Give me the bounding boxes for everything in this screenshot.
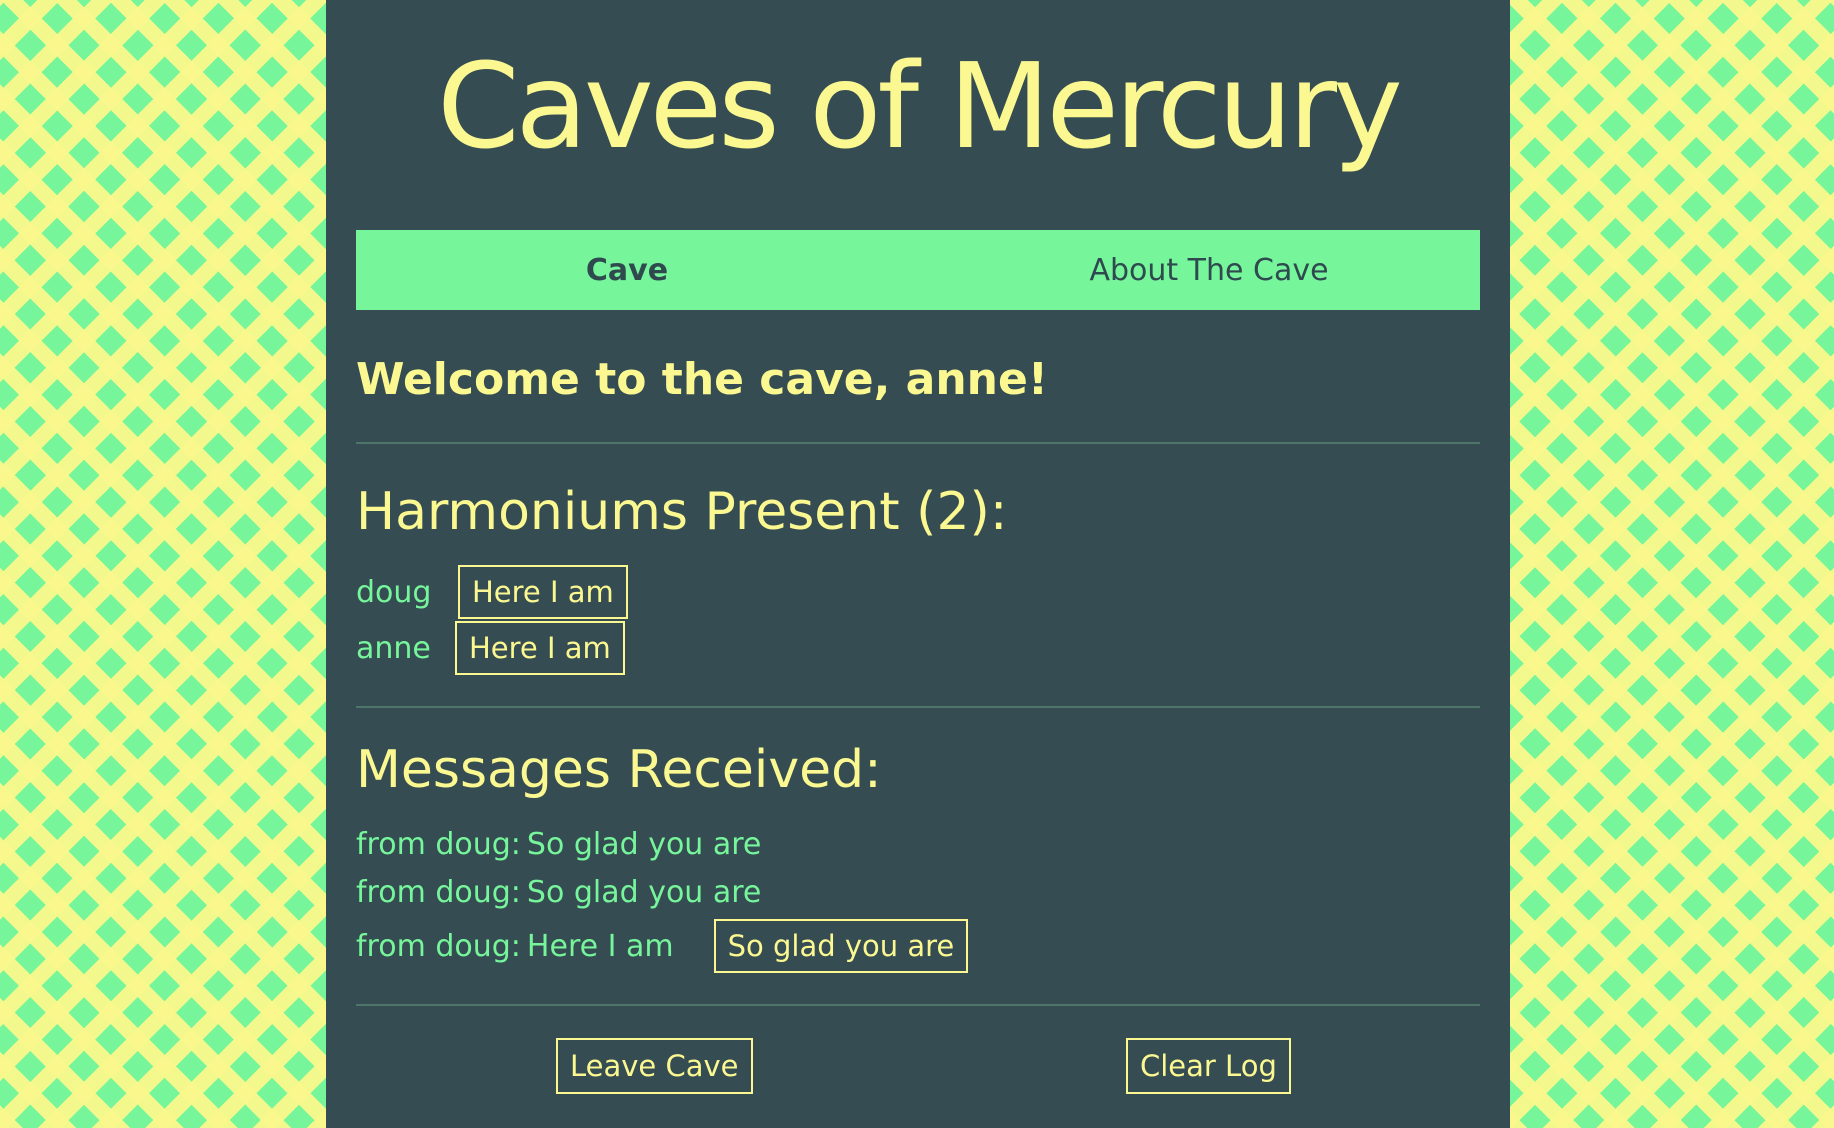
site-title: Caves of Mercury: [437, 37, 1403, 175]
harmonium-list: doug Here I am anne Here I am: [356, 564, 1480, 676]
message-log: from doug: So glad you are from doug: So…: [356, 820, 1480, 974]
footer-actions: Leave Cave Clear Log: [356, 1038, 1480, 1118]
harmonium-name: doug: [356, 574, 432, 610]
leave-cave-button[interactable]: Leave Cave: [556, 1038, 753, 1094]
message-item: from doug: So glad you are: [356, 820, 1480, 868]
message-item: from doug: So glad you are: [356, 868, 1480, 916]
nav-tab-cave[interactable]: Cave: [356, 253, 898, 288]
message-text: So glad you are: [526, 826, 762, 862]
here-i-am-button[interactable]: Here I am: [458, 565, 628, 619]
messages-heading: Messages Received:: [356, 740, 882, 800]
message-text: Here I am: [526, 928, 674, 964]
message-sender: from doug:: [356, 826, 521, 862]
harmonium-row: anne Here I am: [356, 620, 1480, 676]
reply-wrap: So glad you are: [713, 919, 969, 973]
clear-log-button[interactable]: Clear Log: [1126, 1038, 1291, 1094]
divider: [356, 706, 1480, 708]
cave-panel: Caves of Mercury Cave About The Cave Wel…: [326, 0, 1510, 1128]
divider: [356, 442, 1480, 444]
harmonium-name: anne: [356, 630, 431, 666]
welcome-message: Welcome to the cave, anne!: [356, 354, 1048, 405]
message-sender: from doug:: [356, 928, 521, 964]
here-i-am-button[interactable]: Here I am: [455, 621, 625, 675]
message-text: So glad you are: [526, 874, 762, 910]
message-sender: from doug:: [356, 874, 521, 910]
nav-bar: Cave About The Cave: [356, 230, 1480, 310]
harmonium-row: doug Here I am: [356, 564, 1480, 620]
message-item: from doug: Here I am So glad you are: [356, 918, 1480, 974]
reply-button[interactable]: So glad you are: [713, 919, 969, 973]
divider: [356, 1004, 1480, 1006]
nav-tab-about[interactable]: About The Cave: [898, 253, 1480, 288]
harmoniums-heading: Harmoniums Present (2):: [356, 482, 1008, 542]
